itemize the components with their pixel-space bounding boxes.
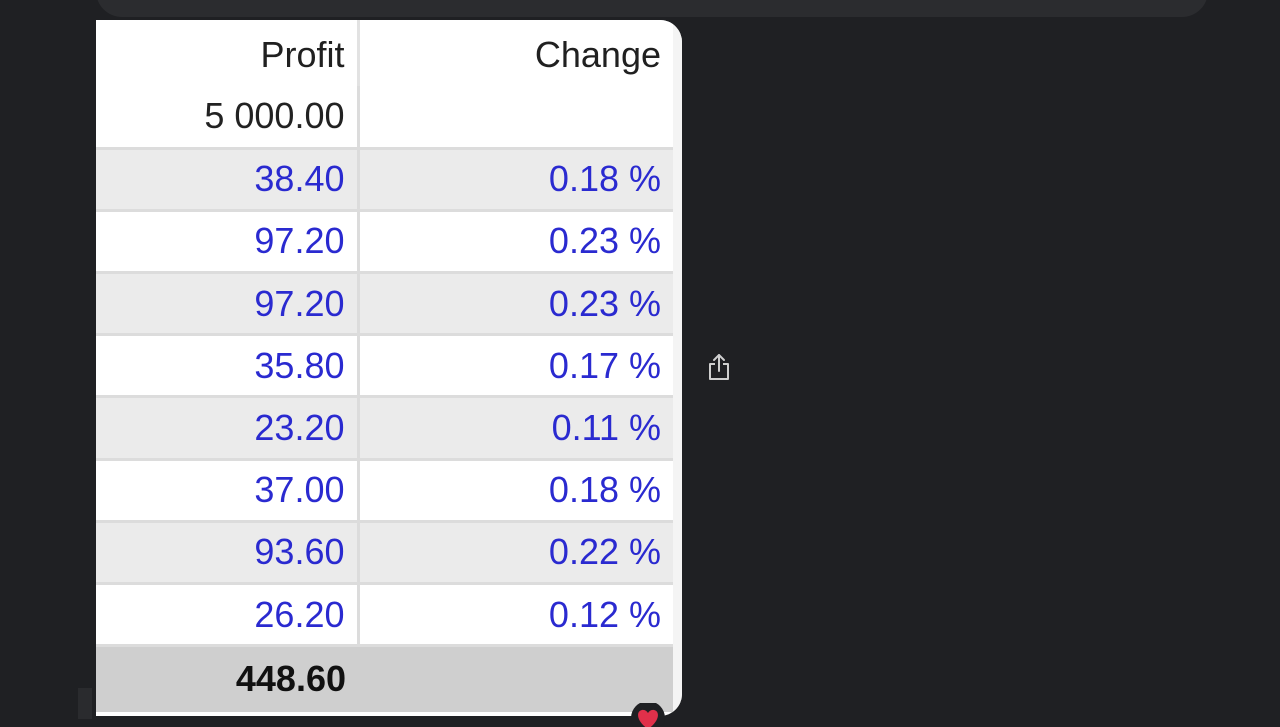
change-cell: 0.12 % [358, 583, 673, 648]
profit-cell: 38.40 [96, 148, 360, 212]
column-header-profit[interactable]: Profit [96, 20, 360, 86]
table-row: 35.80 0.17 % [96, 334, 673, 399]
profit-cell: 37.00 [96, 459, 360, 523]
image-message[interactable]: Profit Change 5 000.00 38.40 0.18 % 97.2… [96, 20, 682, 716]
table-header-row: Profit Change [96, 20, 673, 86]
profit-cell: 97.20 [96, 210, 360, 275]
profit-cell: 97.20 [96, 272, 360, 337]
profit-cell: 35.80 [96, 334, 360, 399]
heart-icon[interactable] [630, 703, 666, 727]
share-icon [709, 354, 729, 380]
profit-cell: 93.60 [96, 521, 360, 586]
profit-cell: 5 000.00 [96, 86, 360, 150]
window-edge [78, 688, 92, 719]
column-header-change[interactable]: Change [358, 20, 673, 86]
table-row: 37.00 0.18 % [96, 459, 673, 523]
total-row: 448.60 [96, 645, 673, 712]
change-cell: 0.23 % [358, 272, 673, 337]
change-cell: 0.11 % [358, 396, 673, 461]
share-button[interactable] [705, 352, 733, 382]
total-profit-cell: 448.60 [96, 645, 358, 712]
profit-cell: 26.20 [96, 583, 360, 648]
table-row: 93.60 0.22 % [96, 521, 673, 586]
change-cell [358, 86, 673, 150]
table-row: 97.20 0.23 % [96, 210, 673, 275]
total-change-cell [358, 645, 673, 712]
change-cell: 0.18 % [358, 459, 673, 523]
opening-balance-row: 5 000.00 [96, 86, 673, 150]
table-row: 23.20 0.11 % [96, 396, 673, 461]
message-input-bar [96, 0, 1208, 17]
table-row: 26.20 0.12 % [96, 583, 673, 648]
change-cell: 0.18 % [358, 148, 673, 212]
change-cell: 0.22 % [358, 521, 673, 586]
change-cell: 0.23 % [358, 210, 673, 275]
table-row: 38.40 0.18 % [96, 148, 673, 212]
profit-table: Profit Change 5 000.00 38.40 0.18 % 97.2… [96, 20, 673, 712]
profit-cell: 23.20 [96, 396, 360, 461]
table-scrollbar[interactable] [672, 20, 682, 716]
change-cell: 0.17 % [358, 334, 673, 399]
table-row: 97.20 0.23 % [96, 272, 673, 337]
